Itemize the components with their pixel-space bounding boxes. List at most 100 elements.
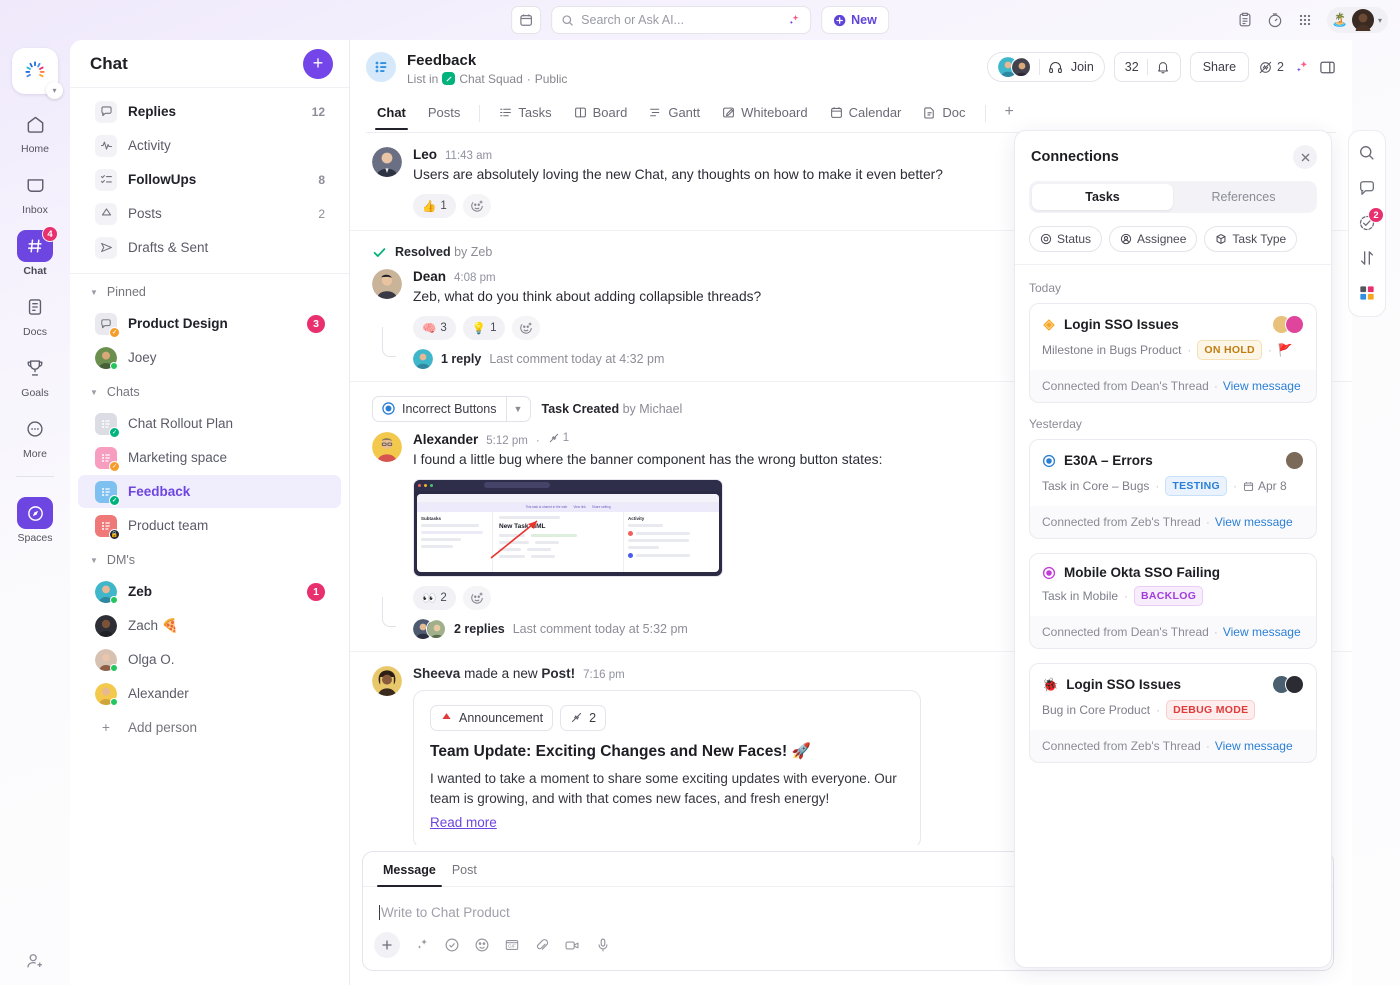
message-author[interactable]: Alexander	[413, 432, 478, 447]
message-link-count-wrap[interactable]: 1	[548, 432, 569, 444]
share-button[interactable]: Share	[1189, 52, 1250, 82]
tab-board[interactable]: Board	[565, 98, 637, 129]
rail-item-chat[interactable]: 4 Chat	[8, 226, 62, 277]
mic-icon[interactable]	[595, 937, 611, 953]
filter-task-type[interactable]: Task Type	[1204, 226, 1298, 252]
filter-assignee[interactable]: Assignee	[1109, 226, 1198, 252]
emoji-icon[interactable]	[474, 937, 490, 953]
sidebar-item-olga[interactable]: Olga O.	[78, 643, 341, 676]
plus-icon[interactable]	[374, 932, 400, 958]
sidebar-item-marketing-space[interactable]: ✓ Marketing space	[78, 441, 341, 474]
channel-space-name[interactable]: Chat Squad	[459, 72, 522, 86]
view-message-link[interactable]: View message	[1223, 379, 1301, 393]
video-icon[interactable]	[564, 937, 581, 954]
reaction-thumbsup[interactable]: 👍 1	[413, 193, 456, 218]
new-chat-button[interactable]: +	[303, 48, 333, 79]
reaction-brain[interactable]: 🧠 3	[413, 315, 456, 340]
add-reaction-icon[interactable]	[512, 315, 541, 340]
reaction-eyes[interactable]: 👀 2	[413, 585, 456, 610]
tab-posts[interactable]: Posts	[419, 98, 470, 129]
read-more-link[interactable]: Read more	[430, 815, 497, 830]
avatar[interactable]	[372, 665, 402, 696]
rail-item-spaces[interactable]: Spaces	[8, 497, 62, 544]
sidebar-item-drafts-sent[interactable]: Drafts & Sent	[78, 231, 341, 264]
avatar[interactable]	[1351, 9, 1374, 31]
task-check-icon[interactable]: 2	[1358, 207, 1384, 232]
connection-card[interactable]: 🐞 Login SSO Issues Bug in Core Product ·…	[1029, 663, 1317, 763]
join-call-group[interactable]: Join	[986, 52, 1105, 82]
attach-icon[interactable]	[534, 937, 550, 953]
chevron-down-icon[interactable]: ▾	[1378, 16, 1382, 25]
timer-icon[interactable]	[1267, 12, 1283, 28]
tab-calendar[interactable]: Calendar	[821, 98, 911, 129]
filter-status[interactable]: Status	[1029, 226, 1103, 252]
add-reaction-icon[interactable]	[462, 193, 491, 218]
chevron-down-icon[interactable]: ▼	[505, 396, 530, 421]
sidebar-item-posts[interactable]: Posts 2	[78, 197, 341, 230]
composer-tab-message[interactable]: Message	[377, 860, 442, 887]
attachment-screenshot[interactable]: This task is shared in the web View link…	[413, 478, 723, 577]
side-panel-icon[interactable]	[1319, 59, 1336, 76]
transfer-icon[interactable]	[1358, 249, 1376, 267]
comment-icon[interactable]	[1358, 179, 1376, 197]
view-message-link[interactable]: View message	[1223, 625, 1301, 639]
workspace-logo[interactable]: ▾	[12, 48, 63, 99]
tab-tasks[interactable]: Tasks	[490, 98, 560, 129]
tab-whiteboard[interactable]: Whiteboard	[713, 98, 816, 129]
ai-sparkle-icon[interactable]	[1293, 59, 1310, 76]
sidebar-item-feedback[interactable]: ✓ Feedback	[78, 475, 341, 508]
add-person-icon[interactable]	[25, 951, 45, 971]
ai-sparkle-icon[interactable]	[414, 937, 430, 953]
avatar[interactable]	[372, 431, 402, 462]
connection-card[interactable]: E30A – Errors Task in Core – Bugs · TEST…	[1029, 439, 1317, 539]
connection-card[interactable]: Login SSO Issues Milestone in Bugs Produ…	[1029, 303, 1317, 403]
post-card[interactable]: Announcement 2 Team Update: Exciting Cha…	[413, 689, 921, 845]
post-tag-announcement[interactable]: Announcement	[430, 704, 554, 731]
rail-item-goals[interactable]: Goals	[8, 352, 62, 399]
sidebar-item-replies[interactable]: Replies 12	[78, 95, 341, 128]
apps-grid-icon[interactable]	[1297, 12, 1313, 28]
task-check-icon[interactable]	[444, 937, 460, 953]
connections-list[interactable]: Today Login SSO Issues Milestone in Bugs…	[1015, 265, 1331, 967]
bell-icon[interactable]	[1156, 60, 1170, 74]
ai-sparkle-icon[interactable]	[786, 13, 801, 28]
tab-chat[interactable]: Chat	[368, 98, 415, 131]
avatar[interactable]	[372, 146, 402, 177]
calendar-icon[interactable]	[511, 6, 542, 34]
sidebar-item-chat-rollout-plan[interactable]: ✓ Chat Rollout Plan	[78, 407, 341, 440]
rail-item-more[interactable]: More	[8, 413, 62, 460]
sidebar-item-activity[interactable]: Activity	[78, 129, 341, 162]
view-message-link[interactable]: View message	[1215, 739, 1293, 753]
tab-doc[interactable]: Doc	[914, 98, 974, 129]
connections-count[interactable]: 2	[1258, 60, 1284, 75]
post-author[interactable]: Sheeva	[413, 666, 460, 681]
sidebar-item-alexander[interactable]: Alexander	[78, 677, 341, 710]
sidebar-item-zach[interactable]: Zach 🍕	[78, 609, 341, 642]
add-person-button[interactable]: + Add person	[78, 711, 341, 744]
reaction-bulb[interactable]: 💡 1	[462, 315, 506, 340]
sidebar-group-dms[interactable]: ▼ DM's	[70, 546, 349, 574]
gif-icon[interactable]: GIF	[504, 937, 520, 953]
close-icon[interactable]	[1293, 145, 1317, 169]
rail-item-inbox[interactable]: Inbox	[8, 169, 62, 216]
sidebar-item-product-design[interactable]: ✓ Product Design 3	[78, 307, 341, 340]
tab-references[interactable]: References	[1173, 184, 1314, 210]
sidebar-item-product-team[interactable]: 🔒 Product team	[78, 509, 341, 542]
composer-tab-post[interactable]: Post	[446, 860, 483, 886]
rail-item-home[interactable]: Home	[8, 108, 62, 155]
view-message-link[interactable]: View message	[1215, 515, 1293, 529]
sidebar-item-zeb[interactable]: Zeb 1	[78, 575, 341, 608]
post-link-count[interactable]: 2	[560, 704, 607, 731]
search-input[interactable]: Search or Ask AI...	[551, 6, 812, 34]
rail-item-docs[interactable]: Docs	[8, 291, 62, 338]
sidebar-item-joey[interactable]: Joey	[78, 341, 341, 374]
sidebar-group-pinned[interactable]: ▼ Pinned	[70, 278, 349, 306]
tab-add-view[interactable]: +	[996, 96, 1023, 132]
message-author[interactable]: Leo	[413, 147, 437, 162]
clipboard-icon[interactable]	[1237, 12, 1253, 28]
members-notify-group[interactable]: 32	[1113, 52, 1181, 82]
add-reaction-icon[interactable]	[462, 585, 491, 610]
search-icon[interactable]	[1358, 144, 1376, 162]
connection-card[interactable]: Mobile Okta SSO Failing Task in Mobile ·…	[1029, 553, 1317, 649]
message-author[interactable]: Dean	[413, 269, 446, 284]
